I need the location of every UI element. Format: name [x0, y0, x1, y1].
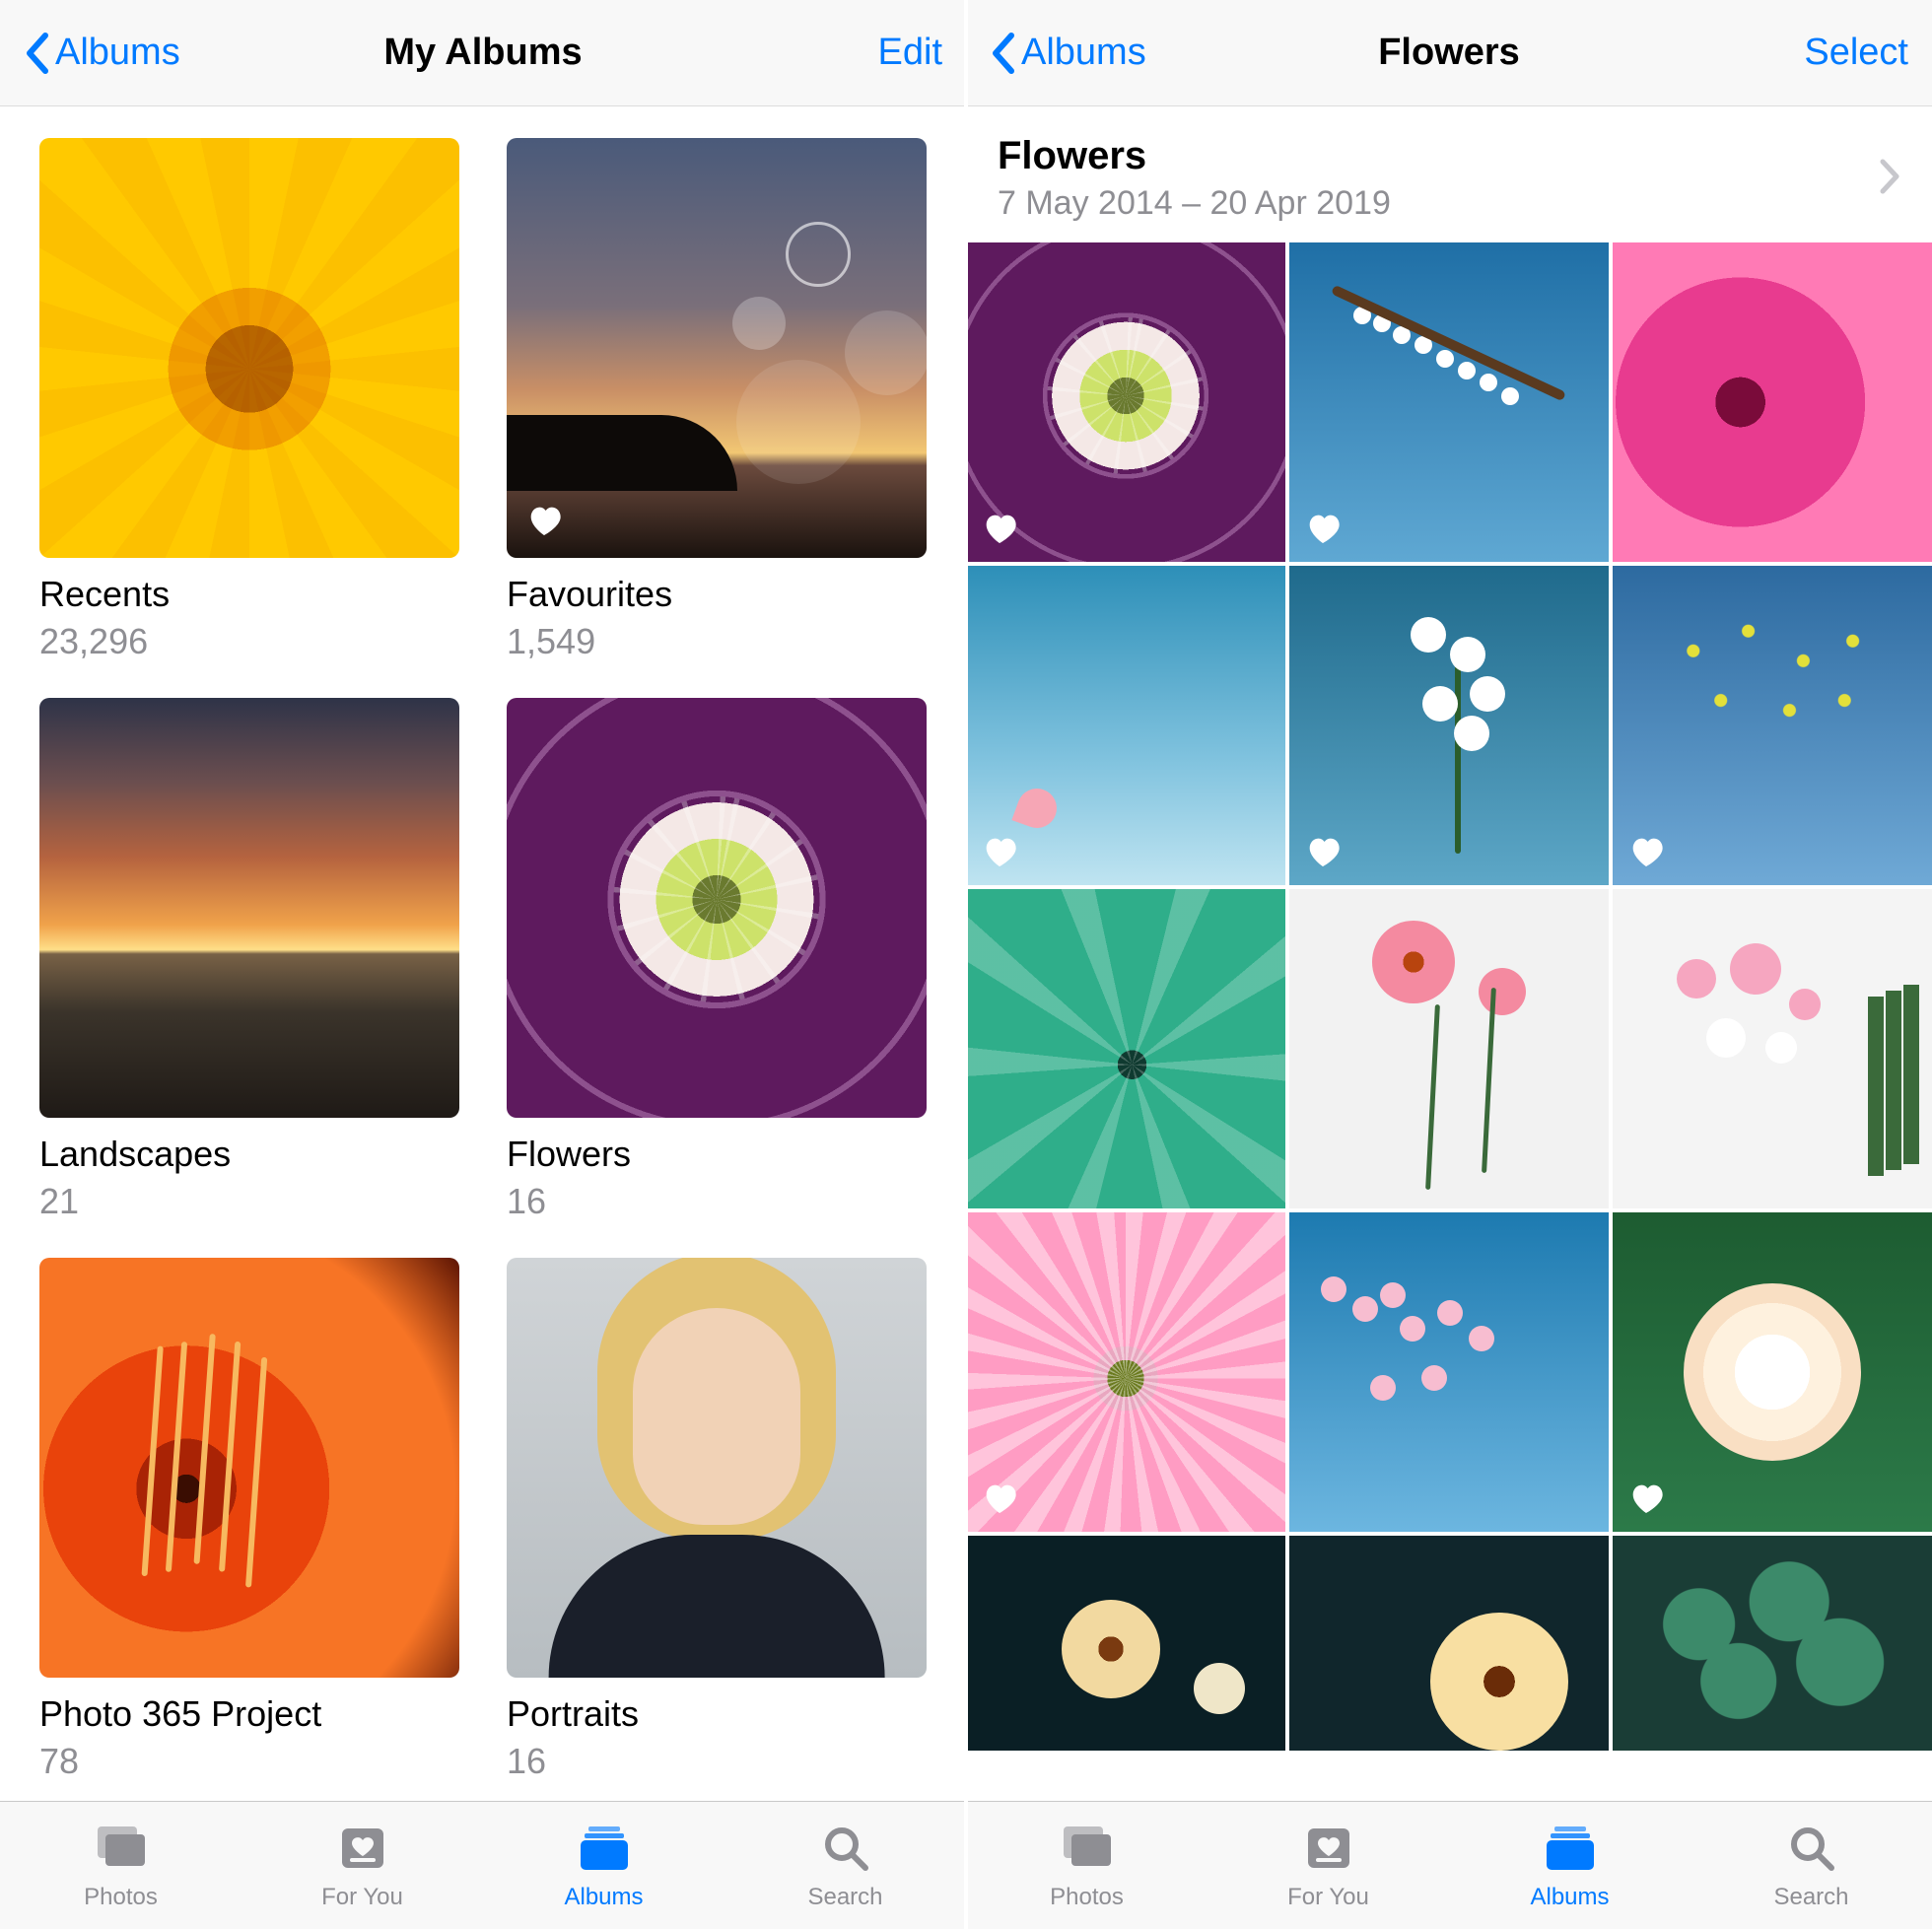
- tab-label: Photos: [1050, 1884, 1124, 1911]
- photo-thumbnail[interactable]: [1613, 1536, 1932, 1751]
- album-detail-content[interactable]: Flowers 7 May 2014 – 20 Apr 2019: [966, 106, 1932, 1801]
- foryou-icon: [336, 1821, 389, 1876]
- tab-label: Search: [807, 1884, 882, 1911]
- album-count: 78: [39, 1741, 459, 1782]
- search-icon: [820, 1821, 871, 1876]
- tab-label: For You: [321, 1884, 403, 1911]
- photo-thumbnail[interactable]: [1289, 566, 1609, 885]
- photo-thumbnail[interactable]: [1289, 1536, 1609, 1751]
- album-count: 1,549: [507, 621, 927, 662]
- album-name: Recents: [39, 574, 459, 615]
- tab-bar: Photos For You Albums Search: [966, 1801, 1932, 1929]
- album-name: Flowers: [507, 1134, 927, 1175]
- album-portraits[interactable]: Portraits 16: [507, 1258, 927, 1782]
- pane-my-albums: Albums My Albums Edit Recents 23,296 Favou…: [0, 0, 966, 1929]
- heart-icon: [1303, 509, 1343, 548]
- tab-photos[interactable]: Photos: [0, 1802, 242, 1929]
- tab-bar: Photos For You Albums Search: [0, 1801, 966, 1929]
- album-photo-365-project[interactable]: Photo 365 Project 78: [39, 1258, 459, 1782]
- album-count: 23,296: [39, 621, 459, 662]
- photo-thumbnail[interactable]: [966, 1212, 1285, 1532]
- album-name: Photo 365 Project: [39, 1693, 459, 1735]
- album-name: Landscapes: [39, 1134, 459, 1175]
- tab-label: Albums: [1530, 1884, 1609, 1911]
- chevron-right-icon: [1879, 158, 1900, 200]
- tab-label: Photos: [84, 1884, 158, 1911]
- heart-icon: [1303, 832, 1343, 871]
- foryou-icon: [1302, 1821, 1355, 1876]
- tab-label: Albums: [564, 1884, 643, 1911]
- photo-thumbnail[interactable]: [1613, 1212, 1932, 1532]
- photo-thumbnail[interactable]: [1613, 889, 1932, 1208]
- album-landscapes[interactable]: Landscapes 21: [39, 698, 459, 1222]
- tab-search[interactable]: Search: [1690, 1802, 1932, 1929]
- tab-albums[interactable]: Albums: [1449, 1802, 1690, 1929]
- photo-thumbnail[interactable]: [966, 1536, 1285, 1751]
- tab-photos[interactable]: Photos: [966, 1802, 1208, 1929]
- albums-content[interactable]: Recents 23,296 Favourites 1,549 Landscapes 21…: [0, 106, 966, 1801]
- tab-foryou[interactable]: For You: [1208, 1802, 1449, 1929]
- album-thumbnail: [39, 1258, 459, 1678]
- photo-thumbnail[interactable]: [1613, 566, 1932, 885]
- album-thumbnail: [39, 138, 459, 558]
- photos-icon: [1058, 1821, 1117, 1876]
- albums-icon: [1541, 1821, 1600, 1876]
- album-name: Favourites: [507, 574, 927, 615]
- album-count: 21: [39, 1181, 459, 1222]
- photo-thumbnail[interactable]: [1289, 1212, 1609, 1532]
- album-thumbnail: [507, 698, 927, 1118]
- photo-thumbnail[interactable]: [1289, 889, 1609, 1208]
- heart-icon: [980, 509, 1019, 548]
- album-thumbnail: [39, 698, 459, 1118]
- album-favourites[interactable]: Favourites 1,549: [507, 138, 927, 662]
- album-thumbnail: [507, 1258, 927, 1678]
- photo-thumbnail[interactable]: [1289, 242, 1609, 562]
- tab-label: Search: [1773, 1884, 1848, 1911]
- photo-thumbnail[interactable]: [966, 242, 1285, 562]
- album-recents[interactable]: Recents 23,296: [39, 138, 459, 662]
- photo-thumbnail[interactable]: [966, 889, 1285, 1208]
- album-name: Portraits: [507, 1693, 927, 1735]
- tab-foryou[interactable]: For You: [242, 1802, 483, 1929]
- photos-icon: [92, 1821, 151, 1876]
- heart-icon: [980, 1479, 1019, 1518]
- heart-icon: [1626, 1479, 1666, 1518]
- back-label: Albums: [55, 32, 180, 74]
- tab-label: For You: [1287, 1884, 1369, 1911]
- album-flowers[interactable]: Flowers 16: [507, 698, 927, 1222]
- album-header[interactable]: Flowers 7 May 2014 – 20 Apr 2019: [966, 106, 1932, 242]
- heart-icon: [980, 832, 1019, 871]
- album-title: Flowers: [998, 134, 1879, 178]
- back-button[interactable]: Albums: [990, 32, 1146, 75]
- chevron-left-icon: [24, 32, 49, 75]
- album-count: 16: [507, 1181, 927, 1222]
- albums-icon: [575, 1821, 634, 1876]
- select-button[interactable]: Select: [1804, 32, 1908, 74]
- chevron-left-icon: [990, 32, 1015, 75]
- back-label: Albums: [1021, 32, 1146, 74]
- pane-album-detail: Albums Flowers Select Flowers 7 May 2014…: [966, 0, 1932, 1929]
- search-icon: [1786, 1821, 1837, 1876]
- navbar: Albums Flowers Select: [966, 0, 1932, 106]
- album-count: 16: [507, 1741, 927, 1782]
- heart-icon: [1626, 832, 1666, 871]
- back-button[interactable]: Albums: [24, 32, 180, 75]
- photo-thumbnail[interactable]: [966, 566, 1285, 885]
- photo-thumbnail[interactable]: [1613, 242, 1932, 562]
- edit-button[interactable]: Edit: [878, 32, 942, 74]
- album-date-range: 7 May 2014 – 20 Apr 2019: [998, 184, 1879, 223]
- heart-icon: [524, 501, 564, 540]
- navbar: Albums My Albums Edit: [0, 0, 966, 106]
- tab-albums[interactable]: Albums: [483, 1802, 724, 1929]
- album-thumbnail: [507, 138, 927, 558]
- tab-search[interactable]: Search: [724, 1802, 966, 1929]
